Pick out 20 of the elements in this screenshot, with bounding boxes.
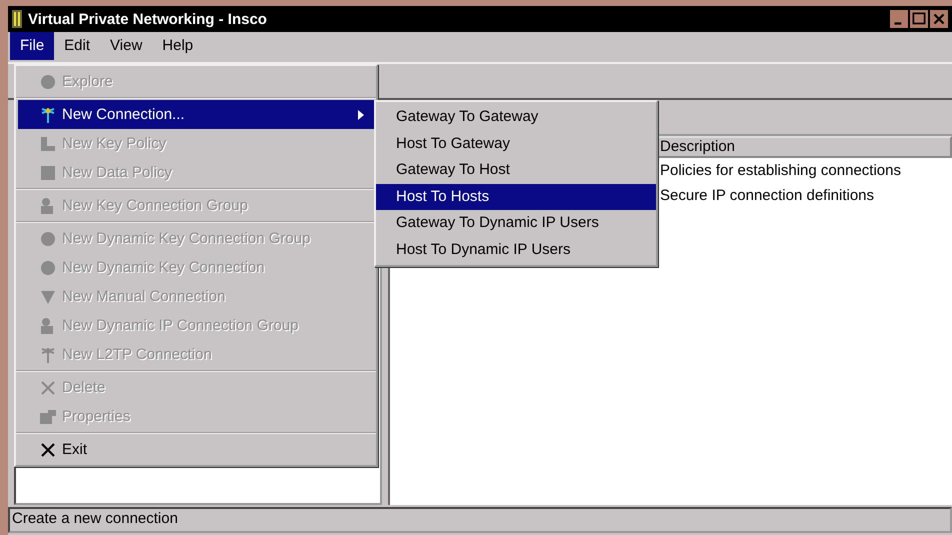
minimize-icon[interactable] (890, 10, 908, 28)
status-text: Create a new connection (12, 510, 178, 527)
menu-item[interactable]: Host To Gateway (376, 130, 656, 157)
menu-item[interactable]: File (10, 32, 54, 60)
close-icon[interactable] (930, 10, 948, 28)
menu-item[interactable]: Gateway To Gateway (376, 104, 656, 130)
menu-item[interactable]: View (100, 32, 152, 60)
menu-item[interactable]: Exit (18, 435, 374, 464)
menu-item[interactable]: Host To Hosts (376, 184, 656, 210)
maximize-icon[interactable] (910, 10, 928, 28)
menu-item[interactable]: Host To Dynamic IP Users (376, 236, 656, 263)
window-title: Virtual Private Networking - Insco (28, 10, 267, 28)
menu-item[interactable]: Gateway To Dynamic IP Users (376, 210, 656, 236)
menu-item[interactable]: Help (152, 32, 204, 60)
menu-item[interactable]: Gateway To Host (376, 157, 656, 184)
table-cell: Secure IP connection definitions (660, 187, 874, 204)
menu-item[interactable]: Edit (54, 32, 100, 60)
menu-item[interactable]: New Connection... (18, 100, 374, 129)
app-icon (12, 10, 22, 28)
table-cell: Policies for establishing connections (660, 162, 901, 179)
